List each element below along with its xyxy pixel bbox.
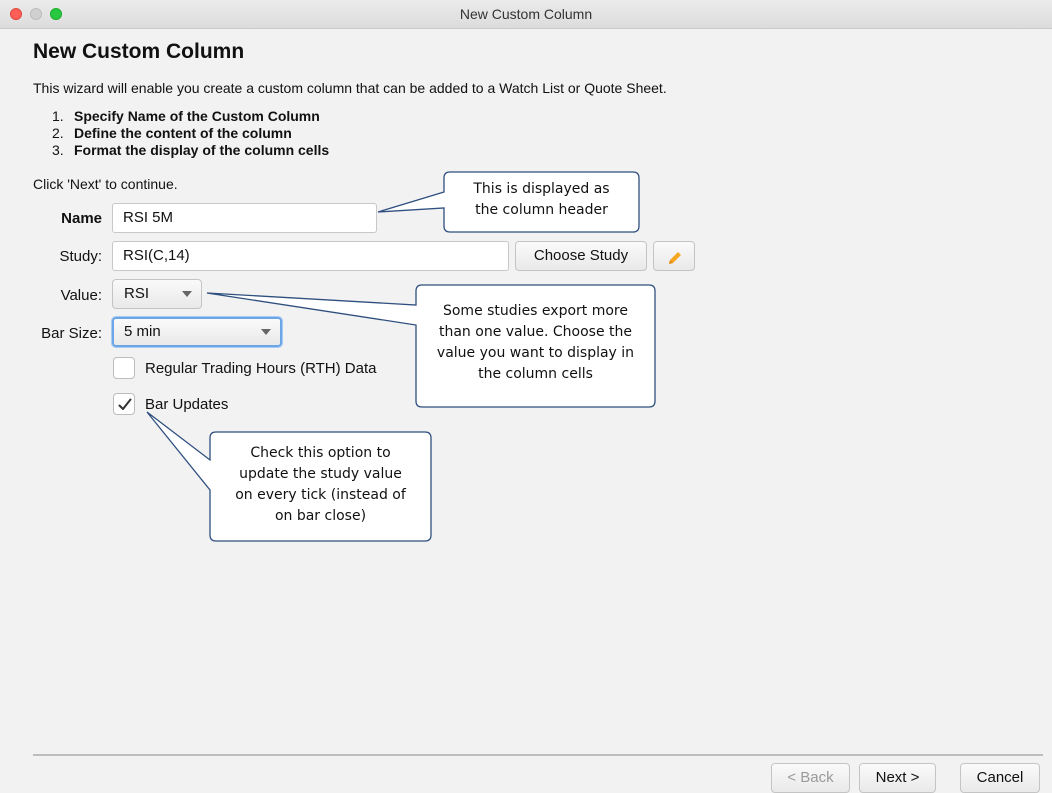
name-callout: This is displayed as the column header: [473, 181, 610, 218]
back-button[interactable]: < Back: [771, 763, 850, 793]
callouts-graphic: [146, 171, 656, 542]
cancel-button[interactable]: Cancel: [960, 763, 1040, 793]
footer-separator: [33, 754, 1043, 756]
next-button[interactable]: Next >: [859, 763, 936, 793]
bar-updates-callout: Check this option to update the study va…: [235, 445, 406, 524]
value-callout: Some studies export more than one value.…: [436, 303, 635, 382]
